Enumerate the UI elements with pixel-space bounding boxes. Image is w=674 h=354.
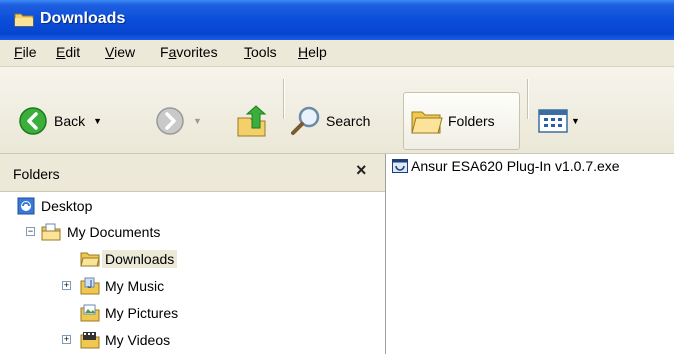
video-folder-icon bbox=[80, 332, 100, 349]
views-button[interactable]: ▼ bbox=[538, 108, 580, 134]
tree-item-desktop[interactable]: Desktop bbox=[17, 195, 95, 217]
forward-arrow-icon bbox=[156, 107, 184, 135]
music-folder-icon bbox=[80, 277, 100, 295]
toolbar-separator bbox=[283, 79, 284, 119]
views-dropdown-icon[interactable]: ▼ bbox=[571, 116, 580, 126]
window-title: Downloads bbox=[40, 10, 126, 27]
collapse-my-documents-icon[interactable]: − bbox=[26, 227, 35, 236]
tree-item-my-videos[interactable]: My Videos bbox=[80, 329, 173, 351]
folder-icon bbox=[14, 13, 34, 27]
folders-pane: Folders × Desktop − My Documents Downloa… bbox=[0, 154, 386, 354]
my-documents-icon bbox=[41, 223, 61, 241]
forward-dropdown-icon[interactable]: ▼ bbox=[193, 116, 202, 126]
pictures-folder-icon bbox=[80, 304, 100, 322]
menu-file[interactable]: File bbox=[14, 44, 37, 60]
back-button[interactable]: Back ▼ bbox=[18, 106, 102, 136]
expand-my-music-icon[interactable]: + bbox=[62, 281, 71, 290]
forward-button[interactable]: ▼ bbox=[155, 106, 202, 136]
folders-icon bbox=[411, 111, 443, 134]
folders-label: Folders bbox=[448, 113, 495, 129]
folders-button[interactable]: Folders bbox=[410, 106, 495, 136]
file-item[interactable]: Ansur ESA620 Plug-In v1.0.7.exe bbox=[392, 158, 620, 174]
up-folder-icon bbox=[237, 105, 267, 137]
tree-item-my-pictures[interactable]: My Pictures bbox=[80, 302, 181, 324]
tree-label-downloads: Downloads bbox=[102, 250, 178, 268]
tree-label-my-videos: My Videos bbox=[105, 332, 171, 348]
menu-bar: File Edit View Favorites Tools Help bbox=[0, 40, 674, 67]
search-button[interactable]: Search bbox=[290, 105, 370, 137]
tree-label-desktop: Desktop bbox=[41, 198, 93, 214]
back-label: Back bbox=[54, 113, 86, 129]
back-arrow-icon bbox=[19, 107, 47, 135]
file-list: Ansur ESA620 Plug-In v1.0.7.exe bbox=[387, 154, 674, 354]
tree-item-my-documents[interactable]: My Documents bbox=[41, 221, 163, 243]
close-pane-button[interactable]: × bbox=[356, 160, 367, 181]
open-folder-icon bbox=[80, 252, 100, 267]
title-bar[interactable]: Downloads bbox=[0, 0, 674, 40]
tree-item-my-music[interactable]: My Music bbox=[80, 275, 167, 297]
desktop-icon bbox=[17, 197, 35, 215]
up-folder-button[interactable] bbox=[236, 104, 268, 138]
search-icon bbox=[291, 106, 320, 135]
menu-favorites[interactable]: Favorites bbox=[160, 44, 218, 60]
menu-help[interactable]: Help bbox=[298, 44, 327, 60]
tree-label-my-documents: My Documents bbox=[67, 224, 161, 240]
folders-pane-header: Folders × bbox=[0, 154, 385, 192]
file-name: Ansur ESA620 Plug-In v1.0.7.exe bbox=[411, 158, 620, 174]
toolbar-separator bbox=[527, 79, 528, 119]
menu-edit[interactable]: Edit bbox=[56, 44, 80, 60]
tree-label-my-pictures: My Pictures bbox=[105, 305, 179, 321]
views-icon bbox=[538, 109, 568, 133]
exe-file-icon bbox=[392, 159, 408, 173]
tree-item-downloads[interactable]: Downloads bbox=[80, 248, 178, 270]
menu-view[interactable]: View bbox=[105, 44, 135, 60]
search-label: Search bbox=[326, 113, 371, 129]
expand-my-videos-icon[interactable]: + bbox=[62, 335, 71, 344]
menu-tools[interactable]: Tools bbox=[244, 44, 277, 60]
folders-pane-title: Folders bbox=[13, 166, 60, 182]
tree-label-my-music: My Music bbox=[105, 278, 165, 294]
back-dropdown-icon[interactable]: ▼ bbox=[93, 116, 102, 126]
